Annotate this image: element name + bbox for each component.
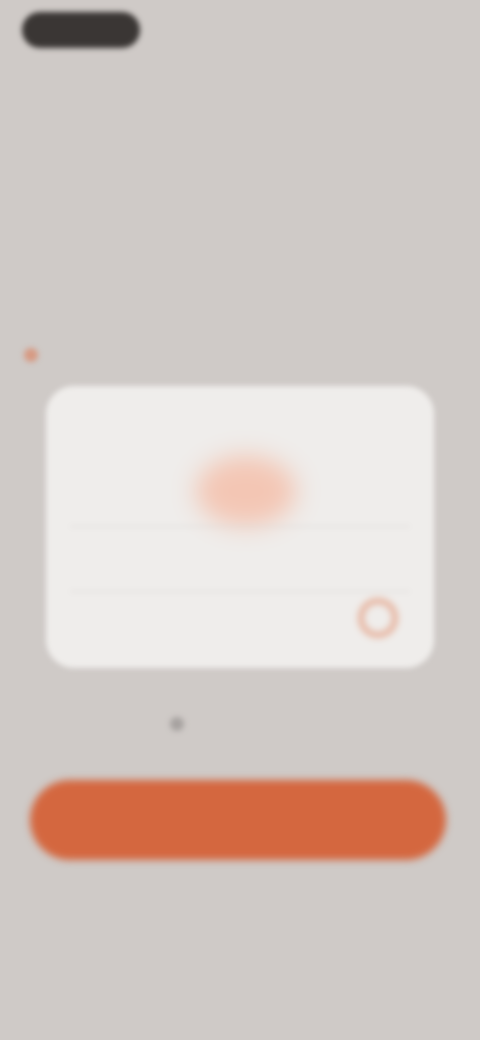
tap-indicator-icon [358,598,398,638]
status-pill [22,12,140,48]
top-right-link[interactable] [350,22,445,38]
screen [0,0,480,1040]
dialog-primary-button[interactable] [70,526,410,577]
dialog-title [84,416,384,438]
info-icon [170,717,184,731]
indicator-dot [24,348,38,362]
continue-button[interactable] [30,780,446,860]
permission-dialog [46,386,434,668]
page-heading [28,170,458,242]
helper-row [170,714,310,734]
nav-title [150,76,330,98]
page-subtext [28,255,428,295]
dialog-highlight [196,456,296,526]
